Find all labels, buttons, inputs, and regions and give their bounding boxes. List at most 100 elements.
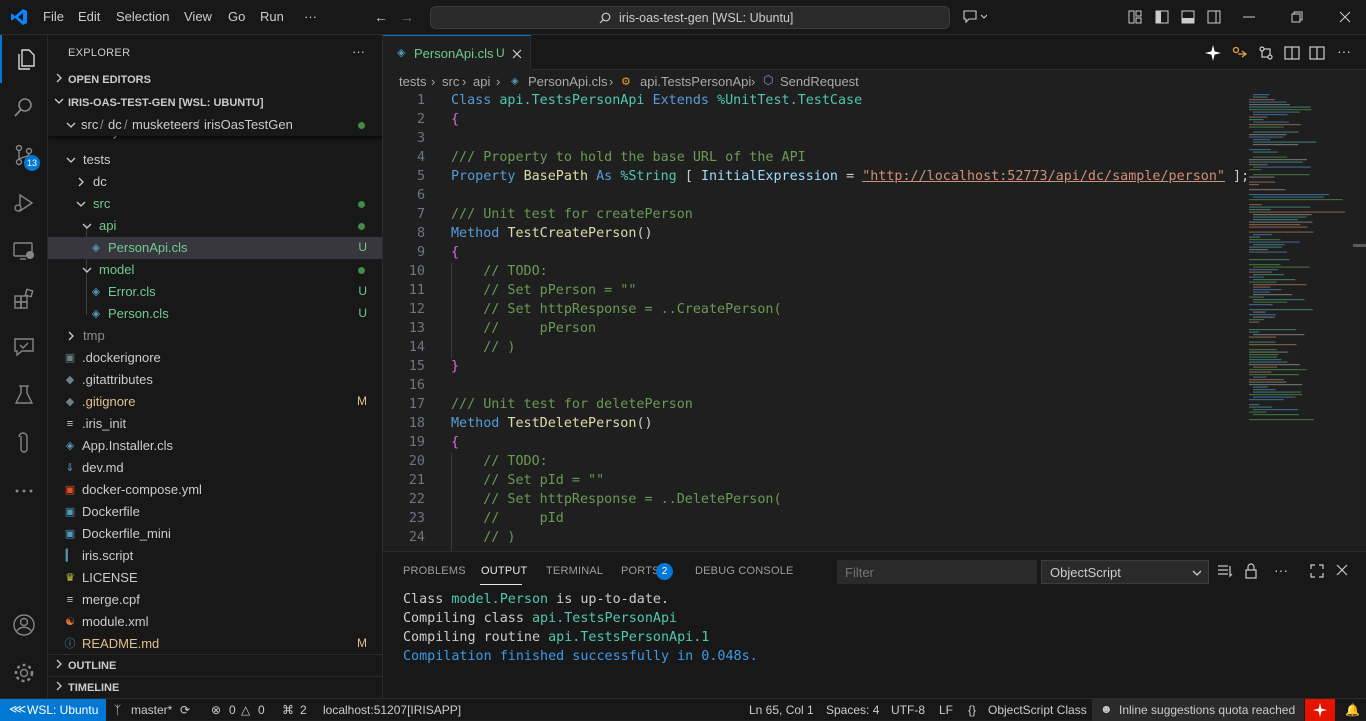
breadcrumb-method[interactable]: SendRequest [780,74,859,89]
code-line[interactable]: 20 // TODO: [383,453,1243,472]
breadcrumb-api[interactable]: api [473,74,490,89]
tree-item-module-xml[interactable]: ☯ module.xml [48,611,382,633]
open-preview-icon[interactable] [1284,45,1300,61]
tree-item-dev-md[interactable]: ⇓ dev.md [48,457,382,479]
close-tab-icon[interactable] [512,49,522,59]
timeline-header[interactable]: TIMELINE [48,676,382,698]
tree-item-api[interactable]: api [48,215,382,237]
tree-item-person-cls[interactable]: ◈ Person.cls U [48,303,382,325]
split-editor-icon[interactable] [1309,45,1325,61]
code-line[interactable]: 11 // Set pPerson = "" [383,282,1243,301]
code-line[interactable]: 23 // pId [383,510,1243,529]
tree-item-tests[interactable]: tests [48,149,382,171]
server-connection[interactable]: localhost:51207[IRISAPP] [323,703,461,717]
tree-item-merge-cpf[interactable]: ≡ merge.cpf [48,589,382,611]
menu-run[interactable]: Run [260,9,284,24]
code-line[interactable]: 12 // Set httpResponse = ..CreatePerson( [383,301,1243,320]
code-line[interactable]: 4 /// Property to hold the base URL of th… [383,149,1243,168]
customize-layout-icon[interactable] [1128,10,1142,24]
tree-item-src[interactable]: src [48,193,382,215]
tree-item-iris-init[interactable]: ≡ .iris_init [48,413,382,435]
tree-item-gitignore[interactable]: ◆ .gitignore M [48,391,382,413]
restore-icon[interactable] [1291,11,1303,23]
source-control-activity[interactable]: 13 [0,131,48,179]
explorer-more-button[interactable]: ··· [352,44,365,59]
code-line[interactable]: 21 // Set pId = "" [383,472,1243,491]
menu-file[interactable]: File [43,9,64,24]
menu-go[interactable]: Go [228,9,245,24]
sync-icon[interactable]: ⟳ [180,703,190,717]
notifications-bell-icon[interactable]: 🔔 [1345,703,1360,717]
output-channel-select[interactable]: ObjectScript [1041,560,1209,584]
code-line[interactable]: 16 [383,377,1243,396]
indentation[interactable]: Spaces: 4 [826,703,879,717]
compare-changes-icon[interactable] [1232,46,1248,60]
code-line[interactable]: 19 { [383,434,1243,453]
testing-activity[interactable] [0,371,48,419]
code-line[interactable]: 18 Method TestDeletePerson() [383,415,1243,434]
code-line[interactable]: 24 // ) [383,529,1243,548]
warning-count[interactable]: 0 [258,703,265,717]
cursor-position[interactable]: Ln 65, Col 1 [749,703,814,717]
code-line[interactable]: 5 Property BasePath As %String [ InitialE… [383,168,1249,187]
close-panel-icon[interactable] [1336,564,1348,576]
eol[interactable]: LF [939,703,953,717]
outline-header[interactable]: OUTLINE [48,654,382,676]
breadcrumb-src[interactable]: src [442,74,459,89]
tree-item-docker-compose-yml[interactable]: ▣ docker-compose.yml [48,479,382,501]
tree-item-tmp[interactable]: tmp [48,325,382,347]
tree-item-iris-script[interactable]: ▎ iris.script [48,545,382,567]
menu-view[interactable]: View [184,9,212,24]
copilot-sparkle-icon[interactable] [1205,45,1221,61]
open-editors-header[interactable]: OPEN EDITORS [48,69,382,91]
tab-debug-console[interactable]: DEBUG CONSOLE [695,565,794,577]
remote-explorer-activity[interactable] [0,227,48,275]
panel-more-button[interactable]: ··· [1274,562,1288,578]
tree-item-dockerfile-mini[interactable]: ▣ Dockerfile_mini [48,523,382,545]
code-line[interactable]: 13 // pPerson [383,320,1243,339]
lock-icon[interactable] [1244,563,1258,579]
output-filter-input[interactable] [837,560,1037,584]
code-line[interactable]: 15} [383,358,1243,377]
tree-item-dockerignore[interactable]: ▣ .dockerignore [48,347,382,369]
breadcrumb-file[interactable]: PersonApi.cls [528,74,607,89]
menu-edit[interactable]: Edit [78,9,100,24]
code-line[interactable]: 10 // TODO: [383,263,1243,282]
menu-selection[interactable]: Selection [116,9,169,24]
copilot-chat-icon[interactable] [963,10,987,24]
code-line[interactable]: 1 Class api.TestsPersonApi Extends %UnitT… [383,92,1243,111]
breadcrumb-class[interactable]: api.TestsPersonApi [640,74,751,89]
minimize-icon[interactable] [1243,16,1255,18]
maximize-panel-icon[interactable] [1310,564,1324,578]
manage-activity[interactable] [0,649,48,697]
tab-personapi[interactable]: ◈ PersonApi.cls U [383,35,531,70]
code-line[interactable]: 22 // Set httpResponse = ..DeletePerson( [383,491,1243,510]
search-activity[interactable] [0,83,48,131]
sticky-folder-path[interactable]: src / dc / musketeers / irisOasTestGen [48,114,382,136]
menu-more[interactable]: ··· [304,9,317,24]
workspace-header[interactable]: IRIS-OAS-TEST-GEN [WSL: UBUNTU] [48,92,382,114]
code-line[interactable]: 6 [383,187,1243,206]
close-window-icon[interactable] [1339,11,1351,23]
tree-item-dc[interactable]: dc [48,171,382,193]
code-line[interactable]: 9{ [383,244,1243,263]
accounts-activity[interactable] [0,601,48,649]
tree-item-error-cls[interactable]: ◈ Error.cls U [48,281,382,303]
tree-item-model[interactable]: model [48,259,382,281]
toggle-secondary-sidebar-icon[interactable] [1207,10,1221,24]
tree-item-license[interactable]: ♛ LICENSE [48,567,382,589]
tree-item-personapi-cls[interactable]: ◈ PersonApi.cls U [48,237,382,259]
branch-label[interactable]: master* [131,703,172,717]
command-center[interactable]: iris-oas-test-gen [WSL: Ubuntu] [430,6,950,29]
tree-item-gitattributes[interactable]: ◆ .gitattributes [48,369,382,391]
more-activity[interactable] [0,467,48,515]
code-line[interactable]: 3 [383,130,1243,149]
extensions-activity[interactable] [0,275,48,323]
code-line[interactable]: 17 /// Unit test for deletePerson [383,396,1243,415]
minimap[interactable] [1243,92,1353,551]
ports-count[interactable]: 2 [300,703,307,717]
chat-activity[interactable] [0,323,48,371]
code-line[interactable]: 8 Method TestCreatePerson() [383,225,1243,244]
breadcrumb-tests[interactable]: tests [399,74,426,89]
code-line[interactable]: 7 /// Unit test for createPerson [383,206,1243,225]
